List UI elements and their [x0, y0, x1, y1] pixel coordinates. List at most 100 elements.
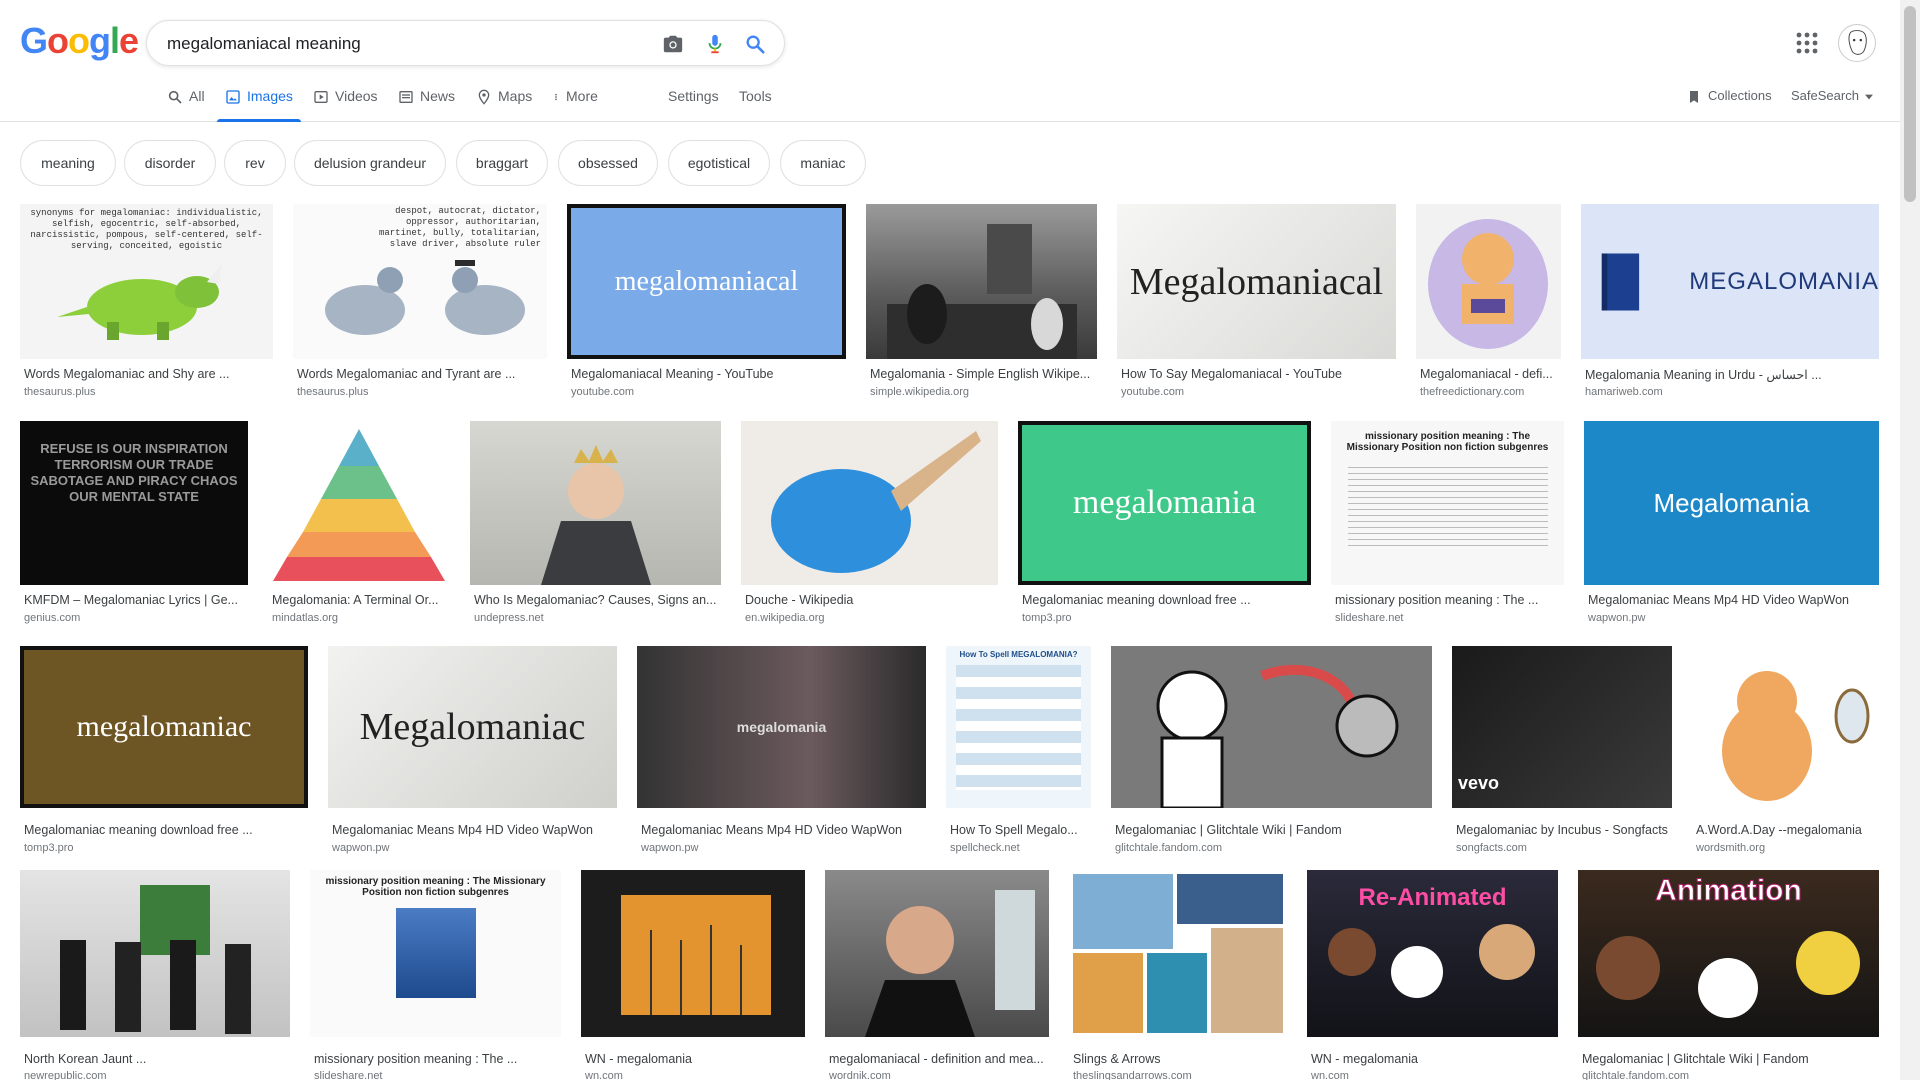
- result-source[interactable]: youtube.com: [571, 386, 846, 398]
- image-result[interactable]: MEGALOMANIA Megalomania Meaning in Urdu …: [1581, 204, 1879, 404]
- result-caption[interactable]: Megalomania Meaning in Urdu - احساس ...: [1585, 367, 1879, 382]
- result-caption[interactable]: WN - megalomania: [1311, 1052, 1558, 1066]
- result-thumbnail[interactable]: How To Spell MEGALOMANIA?: [946, 646, 1091, 808]
- result-thumbnail[interactable]: Re-Animated: [1307, 870, 1558, 1037]
- result-source[interactable]: spellcheck.net: [950, 842, 1091, 854]
- tools-link[interactable]: Tools: [739, 88, 772, 122]
- result-caption[interactable]: Words Megalomaniac and Tyrant are ...: [297, 367, 547, 381]
- image-result[interactable]: How To Spell MEGALOMANIA? How To Spell M…: [946, 646, 1091, 856]
- result-caption[interactable]: Megalomaniac | Glitchtale Wiki | Fandom: [1115, 823, 1432, 837]
- result-thumbnail[interactable]: [1416, 204, 1561, 359]
- result-thumbnail[interactable]: [1069, 870, 1287, 1037]
- image-result[interactable]: Megalomaniac | Glitchtale Wiki | Fandom …: [1111, 646, 1432, 856]
- result-caption[interactable]: Megalomaniac Means Mp4 HD Video WapWon: [641, 823, 926, 837]
- result-thumbnail[interactable]: vevo: [1452, 646, 1672, 808]
- result-caption[interactable]: KMFDM – Megalomaniac Lyrics | Ge...: [24, 593, 248, 607]
- result-thumbnail[interactable]: [1692, 646, 1879, 808]
- result-thumbnail[interactable]: missionary position meaning : The Missio…: [310, 870, 561, 1037]
- result-source[interactable]: songfacts.com: [1456, 842, 1672, 854]
- result-source[interactable]: wn.com: [585, 1070, 805, 1080]
- result-caption[interactable]: Megalomaniac meaning download free ...: [1022, 593, 1311, 607]
- result-caption[interactable]: North Korean Jaunt ...: [24, 1052, 290, 1066]
- result-source[interactable]: slideshare.net: [314, 1070, 561, 1080]
- result-thumbnail[interactable]: Animation: [1578, 870, 1879, 1037]
- result-thumbnail[interactable]: megalomania: [1018, 421, 1311, 585]
- search-input[interactable]: [167, 32, 647, 56]
- result-caption[interactable]: Who Is Megalomaniac? Causes, Signs an...: [474, 593, 721, 607]
- search-icon[interactable]: [744, 33, 766, 55]
- result-thumbnail[interactable]: megalomania: [637, 646, 926, 808]
- google-logo[interactable]: Google: [20, 20, 139, 62]
- result-caption[interactable]: WN - megalomania: [585, 1052, 805, 1066]
- image-result[interactable]: North Korean Jaunt ... newrepublic.com: [20, 870, 290, 1080]
- result-thumbnail[interactable]: [825, 870, 1049, 1037]
- image-result[interactable]: missionary position meaning : The Missio…: [310, 870, 561, 1080]
- result-caption[interactable]: Megalomaniac Means Mp4 HD Video WapWon: [332, 823, 617, 837]
- result-caption[interactable]: Megalomaniac by Incubus - Songfacts: [1456, 823, 1672, 837]
- safesearch-dropdown[interactable]: SafeSearch: [1791, 88, 1873, 122]
- result-caption[interactable]: Megalomania: A Terminal Or...: [272, 593, 450, 607]
- result-source[interactable]: slideshare.net: [1335, 612, 1564, 624]
- result-caption[interactable]: Megalomaniacal Meaning - YouTube: [571, 367, 846, 381]
- result-thumbnail[interactable]: [268, 421, 450, 585]
- result-source[interactable]: tomp3.pro: [1022, 612, 1311, 624]
- image-result[interactable]: A.Word.A.Day --megalomania wordsmith.org: [1692, 646, 1879, 856]
- result-thumbnail[interactable]: MEGALOMANIA: [1581, 204, 1879, 359]
- result-source[interactable]: thesaurus.plus: [24, 386, 273, 398]
- result-thumbnail[interactable]: [470, 421, 721, 585]
- apps-grid-icon[interactable]: [1796, 32, 1818, 54]
- result-source[interactable]: wapwon.pw: [641, 842, 926, 854]
- image-result[interactable]: megalomania Megalomaniac Means Mp4 HD Vi…: [637, 646, 926, 856]
- result-caption[interactable]: Douche - Wikipedia: [745, 593, 998, 607]
- image-result[interactable]: Megalomania: A Terminal Or... mindatlas.…: [268, 421, 450, 631]
- image-result[interactable]: Megalomania Megalomaniac Means Mp4 HD Vi…: [1584, 421, 1879, 631]
- result-source[interactable]: wapwon.pw: [1588, 612, 1879, 624]
- result-source[interactable]: thefreedictionary.com: [1420, 386, 1561, 398]
- result-source[interactable]: theslingsandarrows.com: [1073, 1070, 1287, 1080]
- result-thumbnail[interactable]: [581, 870, 805, 1037]
- result-caption[interactable]: Megalomania - Simple English Wikipe...: [870, 367, 1097, 381]
- image-result[interactable]: despot, autocrat, dictator, oppressor, a…: [293, 204, 547, 404]
- result-source[interactable]: genius.com: [24, 612, 248, 624]
- result-thumbnail[interactable]: [741, 421, 998, 585]
- result-source[interactable]: youtube.com: [1121, 386, 1396, 398]
- result-caption[interactable]: Megalomaniac | Glitchtale Wiki | Fandom: [1582, 1052, 1879, 1066]
- result-caption[interactable]: Words Megalomaniac and Shy are ...: [24, 367, 273, 381]
- result-caption[interactable]: A.Word.A.Day --megalomania: [1696, 823, 1879, 837]
- page-scrollbar[interactable]: [1900, 0, 1920, 1080]
- image-result[interactable]: megalomaniac Megalomaniac meaning downlo…: [20, 646, 308, 856]
- result-source[interactable]: newrepublic.com: [24, 1070, 290, 1080]
- image-result[interactable]: synonyms for megalomaniac: individualist…: [20, 204, 273, 404]
- result-caption[interactable]: How To Spell Megalo...: [950, 823, 1091, 837]
- result-source[interactable]: simple.wikipedia.org: [870, 386, 1097, 398]
- result-thumbnail[interactable]: [1111, 646, 1432, 808]
- result-thumbnail[interactable]: missionary position meaning : The Missio…: [1331, 421, 1564, 585]
- result-caption[interactable]: missionary position meaning : The ...: [314, 1052, 561, 1066]
- tab-news[interactable]: News: [398, 88, 455, 122]
- tab-images[interactable]: Images: [217, 88, 301, 122]
- microphone-icon[interactable]: [704, 33, 726, 55]
- result-thumbnail[interactable]: [866, 204, 1097, 359]
- image-result[interactable]: vevo Megalomaniac by Incubus - Songfacts…: [1452, 646, 1672, 856]
- image-result[interactable]: WN - megalomania wn.com: [581, 870, 805, 1080]
- image-result[interactable]: missionary position meaning : The Missio…: [1331, 421, 1564, 631]
- result-caption[interactable]: How To Say Megalomaniacal - YouTube: [1121, 367, 1396, 381]
- tab-more[interactable]: More: [552, 88, 598, 122]
- image-result[interactable]: megalomaniacal - definition and mea... w…: [825, 870, 1049, 1080]
- result-thumbnail[interactable]: despot, autocrat, dictator, oppressor, a…: [293, 204, 547, 359]
- result-thumbnail[interactable]: Megalomaniac: [328, 646, 617, 808]
- chip-delusion-grandeur[interactable]: delusion grandeur: [294, 140, 446, 186]
- result-source[interactable]: glitchtale.fandom.com: [1582, 1070, 1879, 1080]
- image-result[interactable]: Animation Megalomaniac | Glitchtale Wiki…: [1578, 870, 1879, 1080]
- collections-link[interactable]: Collections: [1686, 88, 1772, 122]
- scrollbar-thumb[interactable]: [1904, 6, 1916, 202]
- result-thumbnail[interactable]: megalomaniacal: [567, 204, 846, 359]
- result-caption[interactable]: Slings & Arrows: [1073, 1052, 1287, 1066]
- result-caption[interactable]: Megalomaniac Means Mp4 HD Video WapWon: [1588, 593, 1879, 607]
- result-source[interactable]: tomp3.pro: [24, 842, 308, 854]
- tab-maps[interactable]: Maps: [476, 88, 532, 122]
- image-result[interactable]: Slings & Arrows theslingsandarrows.com: [1069, 870, 1287, 1080]
- tab-all[interactable]: All: [167, 88, 205, 122]
- image-result[interactable]: megalomaniacal Megalomaniacal Meaning - …: [567, 204, 846, 404]
- chip-egotistical[interactable]: egotistical: [668, 140, 770, 186]
